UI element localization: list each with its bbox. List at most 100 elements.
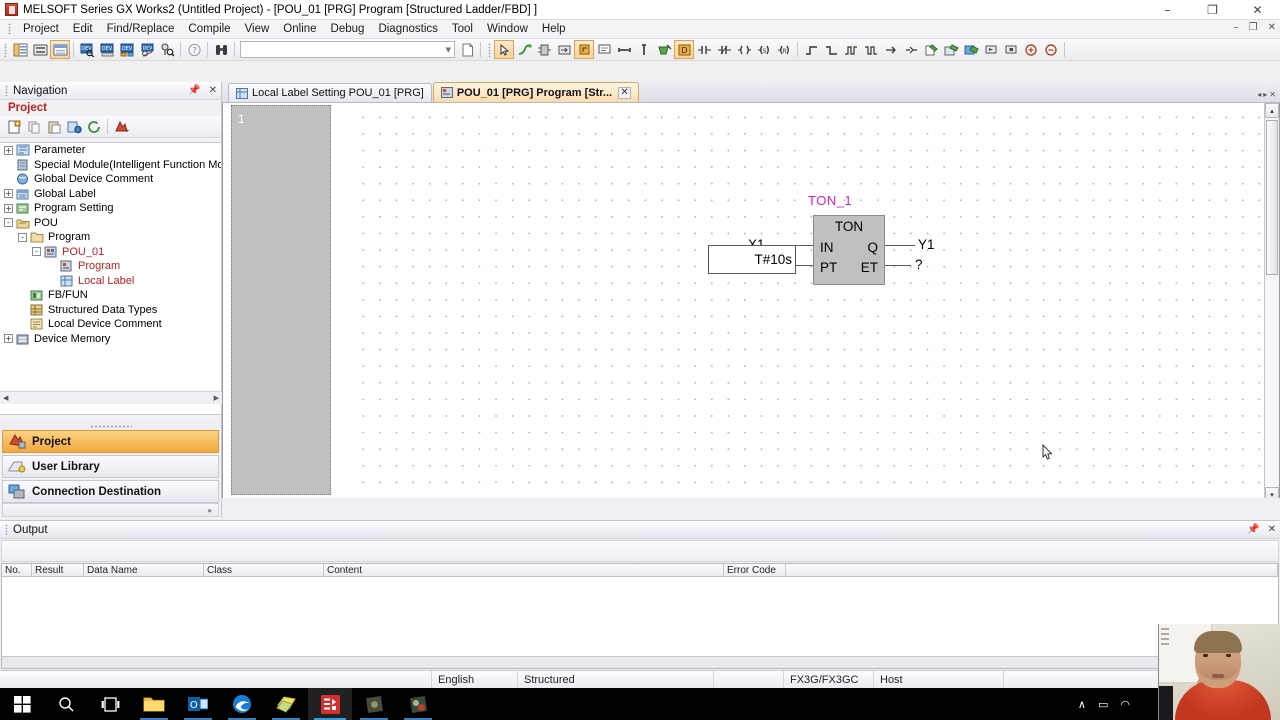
output-rows-area[interactable]	[2, 578, 1278, 656]
copy-data-icon[interactable]	[24, 117, 44, 136]
tree-expander[interactable]: -	[18, 232, 27, 242]
tree-item-program-setting[interactable]: + Program Setting	[0, 201, 221, 216]
invert-icon[interactable]	[881, 40, 901, 59]
tree-item-local-label[interactable]: Local Label	[0, 274, 221, 289]
network-icon[interactable]: ◠	[1120, 698, 1130, 711]
search-device-icon[interactable]	[157, 40, 177, 59]
tree-item-pou[interactable]: - POU	[0, 216, 221, 231]
editor-vertical-scrollbar[interactable]: ▴ ▾	[1264, 103, 1279, 502]
reset-coil-icon[interactable]: R	[774, 40, 794, 59]
tab-close-icon[interactable]: ✕	[618, 86, 632, 99]
tab-pou-01-program[interactable]: POU_01 [PRG] Program [Str... ✕	[432, 82, 640, 102]
negate-icon[interactable]	[901, 40, 921, 59]
terminal-et-unassigned[interactable]: ?	[915, 257, 923, 272]
column-header-data-name[interactable]: Data Name	[84, 564, 204, 576]
tab-prev-button[interactable]: ◂	[1257, 90, 1261, 99]
toolbar-grip-1[interactable]	[4, 42, 7, 57]
ladder-fbd-editor[interactable]: 1 TON_1 TON IN PT Q ET X1	[222, 103, 1280, 518]
monitor-stop-icon[interactable]	[1001, 40, 1021, 59]
online-write-icon[interactable]	[961, 40, 981, 59]
mdi-restore-button[interactable]: ❐	[1247, 22, 1260, 33]
tree-item-program-body[interactable]: Program	[0, 259, 221, 274]
mdi-minimize-button[interactable]: –	[1232, 22, 1241, 33]
menubar-grip[interactable]	[8, 23, 11, 35]
menu-project[interactable]: Project	[16, 21, 66, 37]
tree-expander[interactable]: +	[4, 203, 13, 213]
binoculars-find-icon[interactable]	[211, 40, 231, 59]
tree-expander[interactable]: -	[4, 218, 13, 228]
set-coil-icon[interactable]: S	[754, 40, 774, 59]
contact-no-icon[interactable]	[694, 40, 714, 59]
taskbar-gx-works2[interactable]	[308, 688, 352, 720]
tree-item-special-module[interactable]: Special Module(Intelligent Function Modu…	[0, 158, 221, 173]
monitor-start-icon[interactable]	[981, 40, 1001, 59]
tree-item-global-label[interactable]: + Global Label	[0, 187, 221, 202]
start-button[interactable]	[0, 688, 44, 720]
wire-out-q[interactable]	[885, 245, 915, 246]
view-mode-icon[interactable]	[111, 117, 131, 136]
taskbar-sticky-notes[interactable]	[264, 688, 308, 720]
navigation-window-icon[interactable]	[10, 40, 30, 59]
tree-item-pou-01[interactable]: - POU_01	[0, 245, 221, 260]
device-find-icon[interactable]: DEV	[77, 40, 97, 59]
help-icon[interactable]: ?	[184, 40, 204, 59]
menu-tool[interactable]: Tool	[445, 21, 480, 37]
rung-gutter[interactable]: 1	[231, 105, 331, 495]
diagram-canvas[interactable]: TON_1 TON IN PT Q ET X1 T#10s	[353, 103, 1263, 501]
element-selection-icon[interactable]	[30, 40, 50, 59]
menu-compile[interactable]: Compile	[181, 21, 237, 37]
menu-online[interactable]: Online	[276, 21, 323, 37]
fb-body[interactable]: TON IN PT Q ET	[813, 215, 885, 285]
wire-tool-icon[interactable]	[514, 40, 534, 59]
tab-local-label-setting[interactable]: Local Label Setting POU_01 [PRG]	[228, 83, 432, 102]
page-setup-icon[interactable]	[457, 40, 477, 59]
tree-item-program-folder[interactable]: - Program	[0, 230, 221, 245]
tab-close-button[interactable]: ✕	[1269, 90, 1276, 99]
mdi-close-button[interactable]: ✕	[1266, 22, 1278, 33]
sidebar-item-connection-destination[interactable]: Connection Destination	[2, 480, 219, 503]
task-view-button[interactable]	[88, 688, 132, 720]
tree-expander[interactable]: +	[4, 189, 13, 199]
column-header-no[interactable]: No.	[2, 564, 32, 576]
paste-data-icon[interactable]	[44, 117, 64, 136]
wire-out-et[interactable]	[885, 265, 911, 266]
jump-label-icon[interactable]	[554, 40, 574, 59]
tree-item-global-device-comment[interactable]: Global Device Comment	[0, 172, 221, 187]
tab-next-button[interactable]: ▸	[1263, 90, 1267, 99]
taskbar-edge-browser[interactable]	[220, 688, 264, 720]
battery-icon[interactable]: ▭	[1098, 698, 1108, 711]
build-all-icon[interactable]	[941, 40, 961, 59]
label-insert-icon[interactable]: D	[674, 40, 694, 59]
menu-find-replace[interactable]: Find/Replace	[100, 21, 182, 37]
taskbar-file-explorer[interactable]	[132, 688, 176, 720]
navigation-more-button[interactable]: »	[2, 503, 219, 517]
taskbar-app-olive[interactable]	[352, 688, 396, 720]
taskbar-app-media[interactable]	[396, 688, 440, 720]
toolbar-grip-2[interactable]	[488, 42, 491, 57]
column-header-error-code[interactable]: Error Code	[724, 564, 786, 576]
terminal-y1[interactable]: Y1	[918, 237, 935, 252]
menu-diagnostics[interactable]: Diagnostics	[371, 21, 444, 37]
compile-icon[interactable]	[921, 40, 941, 59]
tree-item-local-device-comment[interactable]: Local Device Comment	[0, 317, 221, 332]
editor-bottom-splitter[interactable]	[222, 498, 1280, 518]
device-change-icon[interactable]: DEV	[117, 40, 137, 59]
close-icon[interactable]: ✕	[1268, 524, 1276, 535]
column-header-class[interactable]: Class	[204, 564, 324, 576]
toolbar-combo[interactable]: ▼	[240, 41, 455, 58]
navigation-grip[interactable]	[5, 85, 8, 96]
navigation-splitter[interactable]	[0, 422, 221, 430]
pulse-pair-1-icon[interactable]	[841, 40, 861, 59]
maximize-button[interactable]: ❐	[1190, 0, 1235, 20]
menu-help[interactable]: Help	[535, 21, 573, 37]
chevron-down-icon[interactable]: ▼	[446, 46, 451, 54]
device-test-icon[interactable]: DEV	[137, 40, 157, 59]
coil-icon[interactable]	[734, 40, 754, 59]
constant-box-pt[interactable]: T#10s	[708, 245, 796, 274]
rising-pulse-icon[interactable]	[801, 40, 821, 59]
tree-expander[interactable]: +	[4, 145, 13, 155]
show-hidden-icons-icon[interactable]: ∧	[1078, 698, 1086, 711]
column-header-spare[interactable]	[786, 564, 1278, 576]
new-data-icon[interactable]	[4, 117, 24, 136]
taskbar-outlook[interactable]: O	[176, 688, 220, 720]
